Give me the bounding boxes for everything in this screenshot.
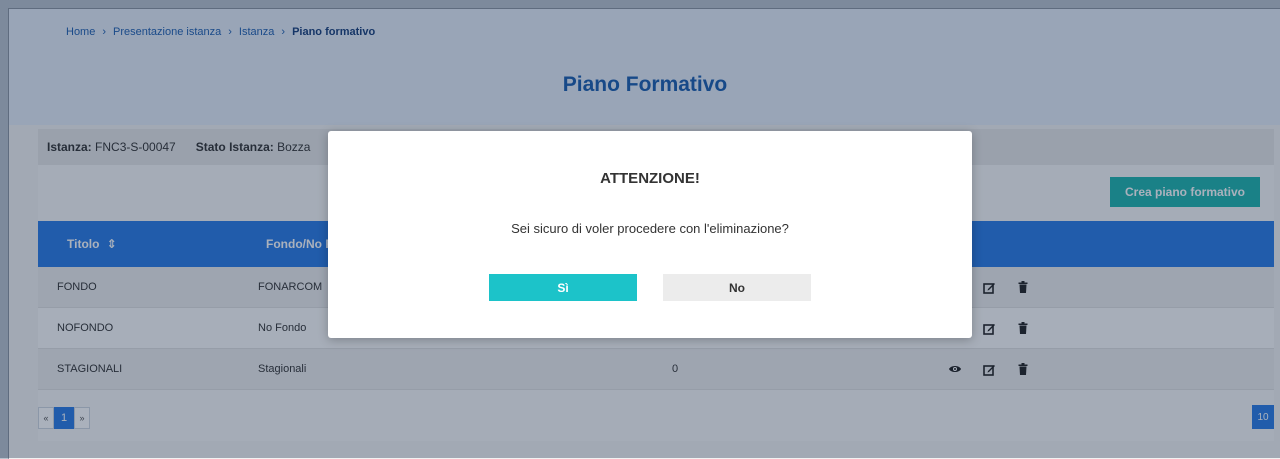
confirm-delete-dialog: ATTENZIONE! Sei sicuro di voler proceder…	[328, 131, 972, 338]
confirm-yes-button[interactable]: Sì	[489, 274, 637, 301]
confirm-no-button[interactable]: No	[663, 274, 811, 301]
dialog-message: Sei sicuro di voler procedere con l'elim…	[511, 221, 789, 236]
dialog-title: ATTENZIONE!	[600, 170, 700, 187]
